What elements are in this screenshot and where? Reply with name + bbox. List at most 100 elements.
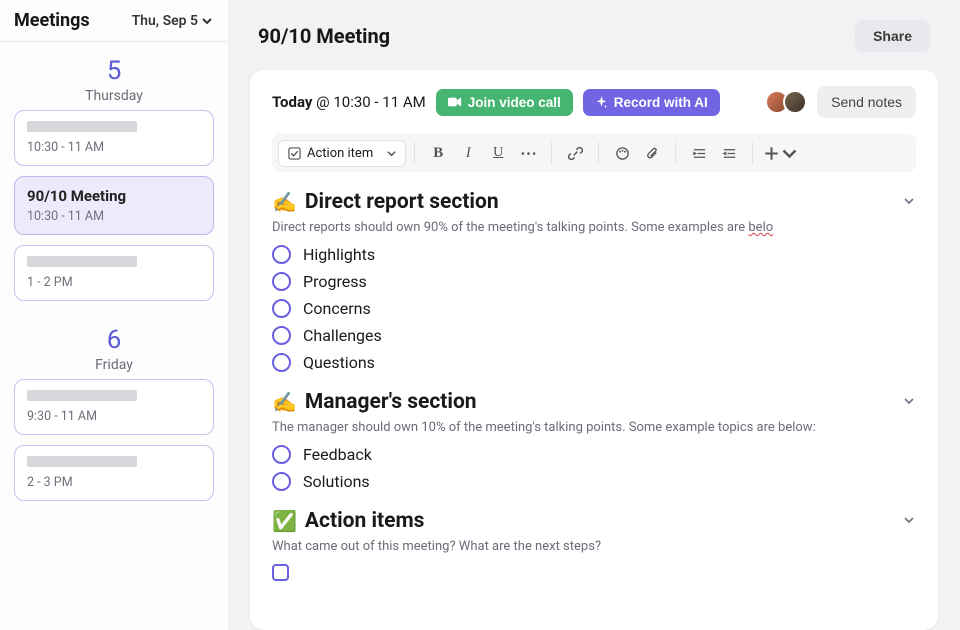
- link-icon: [568, 146, 583, 161]
- chevron-down-icon: [387, 149, 396, 158]
- date-picker-label: Thu, Sep 5: [132, 13, 198, 29]
- underline-button[interactable]: U: [483, 139, 513, 167]
- checkbox-icon: [288, 147, 301, 160]
- meeting-card-top: Today @ 10:30 - 11 AM Join video call Re…: [272, 86, 916, 118]
- list-item-label: Highlights: [303, 245, 375, 264]
- list-item-label: Concerns: [303, 299, 371, 318]
- link-button[interactable]: [560, 139, 590, 167]
- meeting-title: 90/10 Meeting: [27, 187, 201, 205]
- section-emoji: ✍️: [272, 190, 297, 214]
- paperclip-icon: [645, 146, 660, 161]
- radio-icon[interactable]: [272, 299, 291, 318]
- meeting-time: 2 - 3 PM: [27, 475, 201, 490]
- section-toggle[interactable]: [902, 393, 916, 412]
- sidebar-meeting-card[interactable]: 90/10 Meeting 10:30 - 11 AM: [14, 176, 214, 235]
- plus-icon: [764, 146, 779, 161]
- sidebar-meeting-card[interactable]: 2 - 3 PM: [14, 445, 214, 501]
- main-header: 90/10 Meeting Share: [250, 0, 938, 70]
- chevron-down-icon: [902, 513, 916, 527]
- chevron-down-icon: [202, 16, 212, 26]
- dots-icon: [521, 146, 536, 161]
- sidebar: Meetings Thu, Sep 5 5 Thursday 10:30 - 11 …: [0, 0, 228, 630]
- section-toggle[interactable]: [902, 193, 916, 212]
- sidebar-meeting-card[interactable]: 1 - 2 PM: [14, 245, 214, 301]
- note-section: ✅Action items What came out of this meet…: [272, 509, 916, 581]
- list-item[interactable]: Concerns: [272, 299, 916, 318]
- list-item[interactable]: Solutions: [272, 472, 916, 491]
- main-panel: 90/10 Meeting Share Today @ 10:30 - 11 A…: [228, 0, 960, 630]
- join-video-button[interactable]: Join video call: [436, 89, 573, 116]
- sidebar-meeting-card[interactable]: 9:30 - 11 AM: [14, 379, 214, 435]
- radio-icon[interactable]: [272, 245, 291, 264]
- more-format-button[interactable]: [513, 139, 543, 167]
- record-ai-button[interactable]: Record with AI: [583, 89, 720, 116]
- radio-icon[interactable]: [272, 272, 291, 291]
- list-item[interactable]: Questions: [272, 353, 916, 372]
- day-name: Friday: [14, 357, 214, 373]
- day-number: 5: [14, 56, 214, 86]
- list-item-label: Challenges: [303, 326, 382, 345]
- avatar[interactable]: [783, 90, 807, 114]
- day-name: Thursday: [14, 88, 214, 104]
- indent-button[interactable]: [684, 139, 714, 167]
- send-notes-button[interactable]: Send notes: [817, 86, 916, 118]
- meeting-time: 10:30 - 11 AM: [27, 209, 201, 224]
- bold-button[interactable]: B: [423, 139, 453, 167]
- attach-button[interactable]: [637, 139, 667, 167]
- check-list: [272, 564, 916, 581]
- section-emoji: ✍️: [272, 390, 297, 414]
- palette-icon: [615, 146, 630, 161]
- list-item[interactable]: Highlights: [272, 245, 916, 264]
- sidebar-meeting-card[interactable]: 10:30 - 11 AM: [14, 110, 214, 166]
- share-button[interactable]: Share: [855, 20, 930, 52]
- radio-icon[interactable]: [272, 472, 291, 491]
- list-item[interactable]: Progress: [272, 272, 916, 291]
- video-icon: [448, 96, 462, 108]
- list-item[interactable]: Feedback: [272, 445, 916, 464]
- section-toggle[interactable]: [902, 512, 916, 531]
- meeting-card: Today @ 10:30 - 11 AM Join video call Re…: [250, 70, 938, 630]
- meeting-time: 10:30 - 11 AM: [27, 140, 201, 155]
- section-title: ✅Action items: [272, 509, 424, 533]
- radio-icon[interactable]: [272, 326, 291, 345]
- color-button[interactable]: [607, 139, 637, 167]
- sidebar-days: 5Thursday10:30 - 11 AM90/10 Meeting10:30…: [0, 42, 228, 511]
- meeting-list: 10:30 - 11 AM 90/10 Meeting 10:30 - 11 AM 1…: [0, 110, 228, 311]
- section-description: Direct reports should own 90% of the mee…: [272, 220, 916, 235]
- section-description: The manager should own 10% of the meetin…: [272, 420, 916, 435]
- add-block-button[interactable]: [761, 139, 799, 167]
- section-emoji: ✅: [272, 509, 297, 533]
- radio-icon[interactable]: [272, 353, 291, 372]
- sidebar-title: Meetings: [14, 10, 90, 31]
- placeholder-title: [27, 456, 137, 467]
- note-section: ✍️Manager's section The manager should o…: [272, 390, 916, 491]
- section-title: ✍️Direct report section: [272, 190, 499, 214]
- note-sections: ✍️Direct report section Direct reports s…: [272, 190, 916, 581]
- italic-button[interactable]: I: [453, 139, 483, 167]
- radio-icon[interactable]: [272, 445, 291, 464]
- list-item-label: Solutions: [303, 472, 370, 491]
- meeting-time: Today @ 10:30 - 11 AM: [272, 93, 426, 111]
- chevron-down-icon: [902, 194, 916, 208]
- date-picker[interactable]: Thu, Sep 5: [132, 13, 212, 29]
- chevron-down-icon: [782, 146, 797, 161]
- meeting-time: 9:30 - 11 AM: [27, 409, 201, 424]
- chevron-down-icon: [902, 394, 916, 408]
- block-type-dropdown[interactable]: Action item: [278, 140, 406, 167]
- list-item-label: Feedback: [303, 445, 372, 464]
- checkbox-icon[interactable]: [272, 564, 289, 581]
- outdent-icon: [722, 146, 737, 161]
- placeholder-title: [27, 390, 137, 401]
- indent-icon: [692, 146, 707, 161]
- meeting-time: 1 - 2 PM: [27, 275, 201, 290]
- attendee-avatars[interactable]: [771, 90, 807, 114]
- meeting-list: 9:30 - 11 AM 2 - 3 PM: [0, 379, 228, 511]
- day-header: 5 Thursday: [0, 42, 228, 110]
- list-item[interactable]: [272, 564, 916, 581]
- sparkle-icon: [595, 96, 608, 109]
- day-number: 6: [14, 325, 214, 355]
- list-item-label: Questions: [303, 353, 375, 372]
- sidebar-header: Meetings Thu, Sep 5: [0, 0, 228, 42]
- outdent-button[interactable]: [714, 139, 744, 167]
- list-item[interactable]: Challenges: [272, 326, 916, 345]
